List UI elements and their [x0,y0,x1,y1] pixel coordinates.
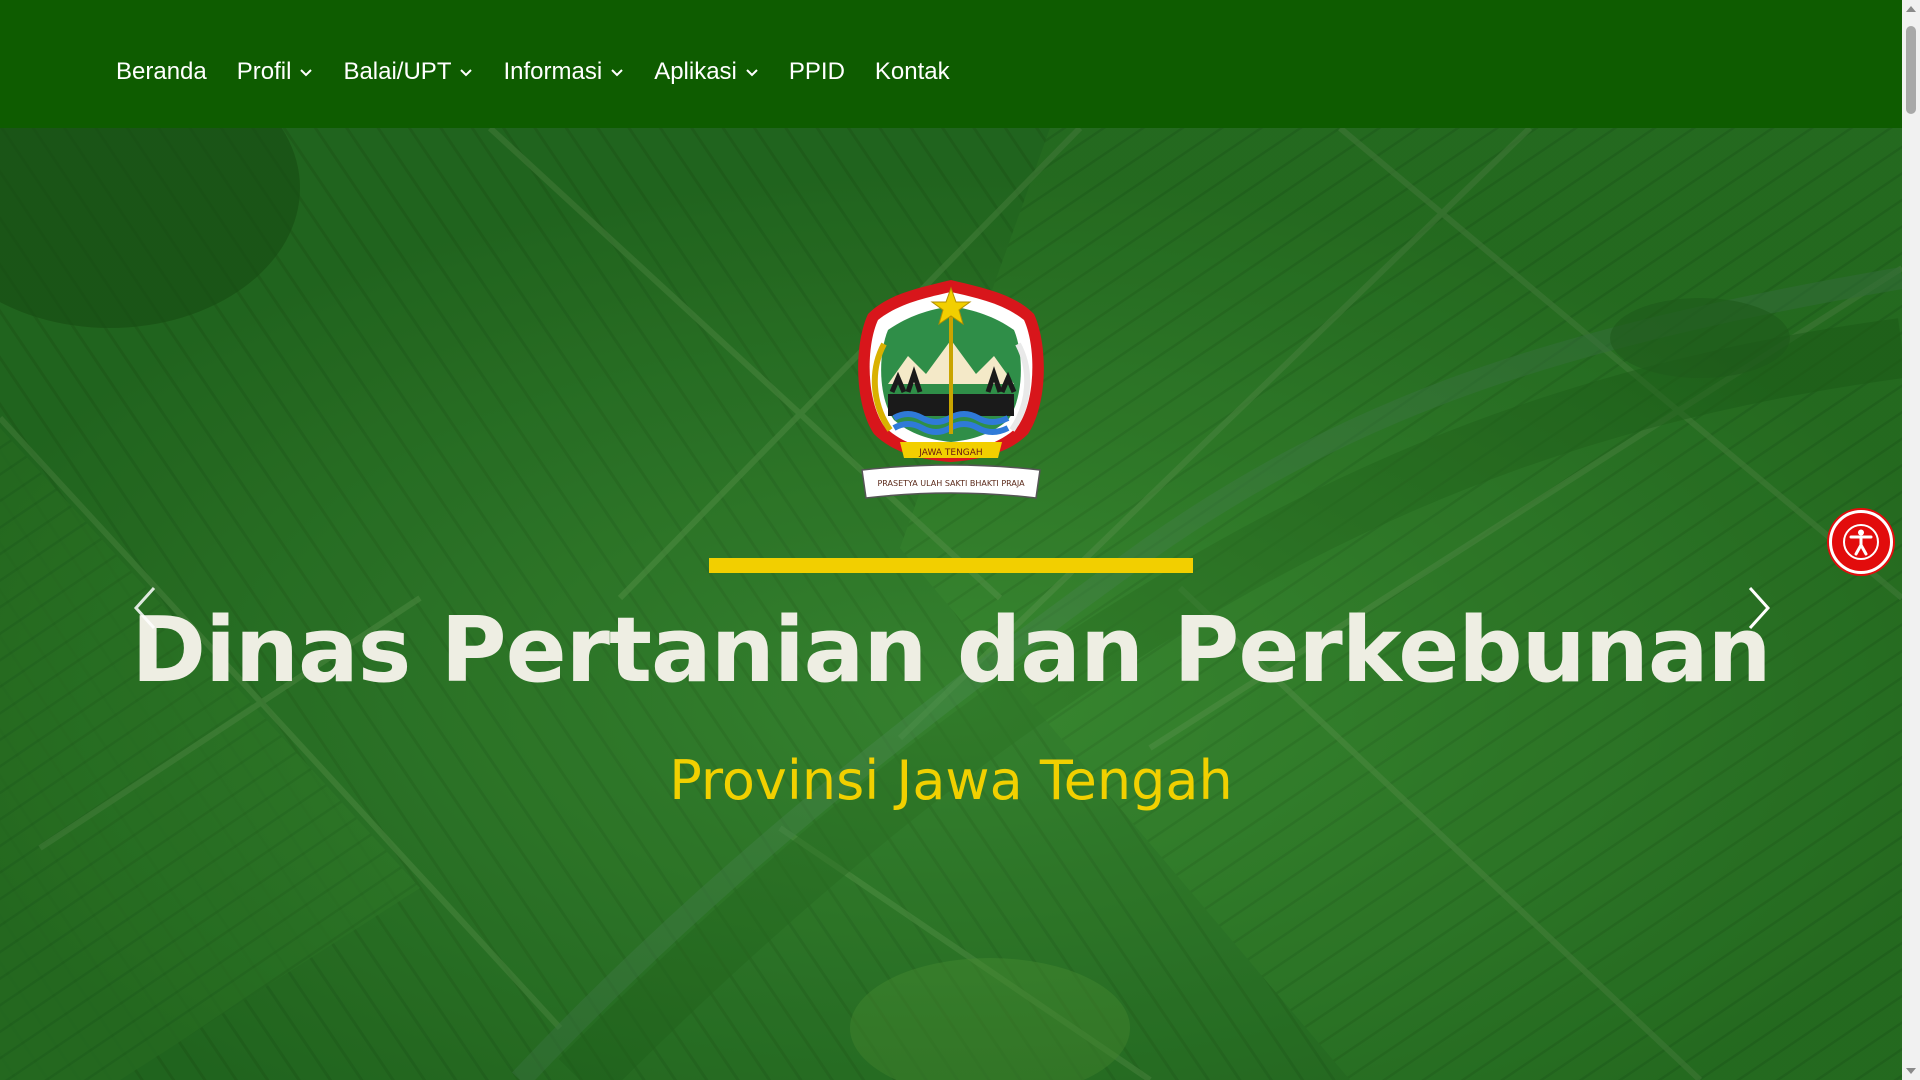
nav-item-beranda[interactable]: Beranda [116,58,207,86]
hero-slider: JAWA TENGAH PRASETYA ULAH SAKTI BHAKTI P… [0,128,1902,1080]
hero-title: Dinas Pertanian dan Perkebunan [131,598,1771,703]
nav-item-profil[interactable]: Profil [237,58,314,86]
nav-item-ppid[interactable]: PPID [789,58,845,86]
nav-item-label: Beranda [116,58,207,85]
nav-item-label: Profil [236,58,292,85]
nav-menu: Beranda Profil Balai/UPT Informasi Aplik… [116,58,980,86]
slider-next-button[interactable] [1740,580,1780,636]
nav-item-kontak[interactable]: Kontak [875,58,950,86]
emblem-ribbon-text: PRASETYA ULAH SAKTI BHAKTI PRAJA [877,479,1025,488]
nav-item-aplikasi[interactable]: Aplikasi [654,58,759,86]
nav-item-label: Kontak [874,58,950,85]
accessibility-icon [1843,524,1879,560]
nav-item-label: Balai/UPT [343,58,452,85]
scrollbar-thumb[interactable] [1906,26,1916,114]
accessibility-button[interactable] [1829,510,1893,574]
page: Beranda Profil Balai/UPT Informasi Aplik… [0,0,1902,1080]
scroll-up-arrow-icon[interactable] [1902,0,1920,18]
nav-item-label: Informasi [503,58,603,85]
nav-item-label: PPID [788,58,845,85]
slider-prev-button[interactable] [124,580,164,636]
chevron-right-icon [1748,586,1771,630]
emblem-top-text: JAWA TENGAH [918,448,982,458]
chevron-down-icon [746,69,758,77]
scroll-down-arrow-icon[interactable] [1902,1062,1920,1080]
title-divider-bar [709,558,1193,573]
chevron-left-icon [133,586,156,630]
main-navbar: Beranda Profil Balai/UPT Informasi Aplik… [0,0,1902,128]
chevron-down-icon [300,69,313,77]
nav-item-informasi[interactable]: Informasi [503,58,624,86]
nav-item-balai-upt[interactable]: Balai/UPT [343,58,473,86]
chevron-down-icon [611,69,623,77]
jawa-tengah-emblem-logo: JAWA TENGAH PRASETYA ULAH SAKTI BHAKTI P… [858,280,1044,499]
hero-subtitle: Provinsi Jawa Tengah [669,749,1233,812]
page-scrollbar[interactable] [1902,0,1920,1080]
nav-item-label: Aplikasi [654,58,737,85]
chevron-down-icon [460,69,473,77]
